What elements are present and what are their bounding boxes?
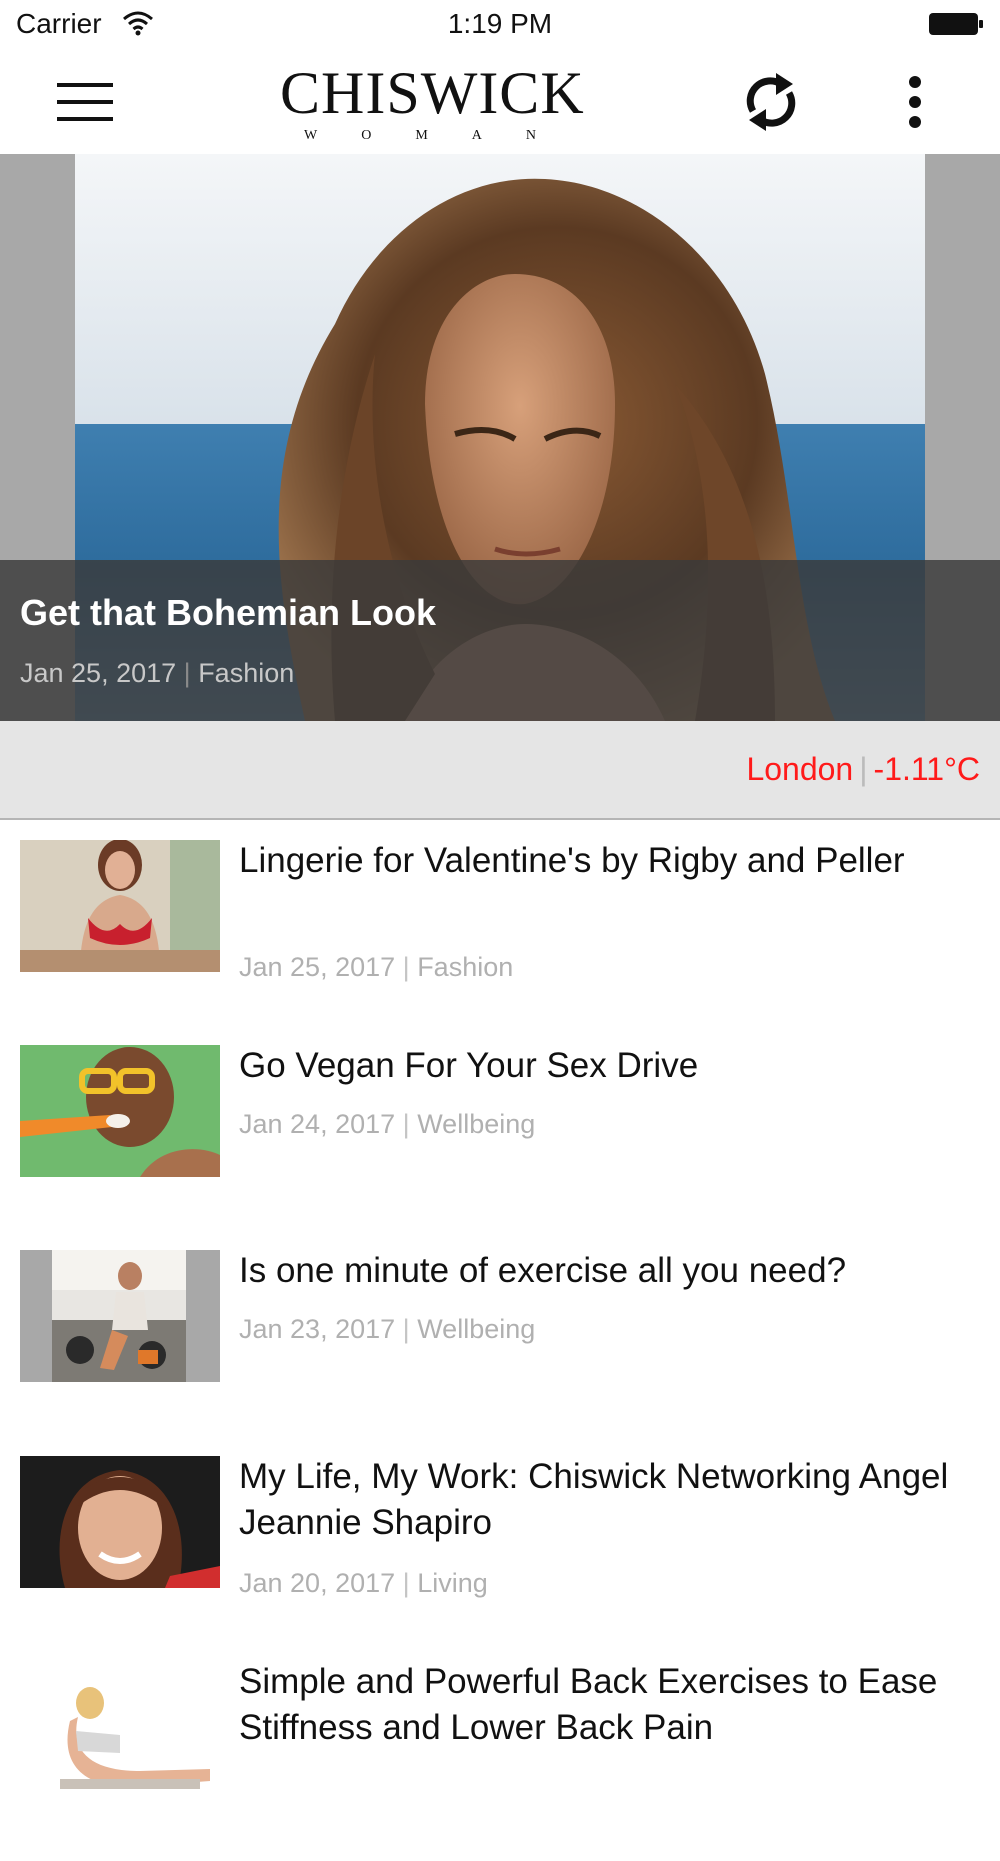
meta-separator: | (402, 1314, 410, 1344)
article-thumbnail (20, 1045, 220, 1177)
article-title: Is one minute of exercise all you need? (239, 1251, 847, 1290)
refresh-button[interactable] (726, 60, 816, 144)
logo-title: CHISWICK (280, 60, 585, 126)
article-thumbnail (20, 1456, 220, 1588)
article-thumbnail (20, 1661, 220, 1793)
weather-bar: London | -1.11°C (0, 721, 1000, 820)
list-item[interactable]: Go Vegan For Your Sex Drive Jan 24, 2017… (0, 1045, 1000, 1245)
article-title: Lingerie for Valentine's by Rigby and Pe… (239, 841, 905, 880)
featured-caption-overlay (0, 560, 1000, 721)
more-options-button[interactable] (870, 60, 960, 144)
weather-separator: | (859, 751, 868, 787)
article-category: Living (417, 1568, 488, 1598)
list-item[interactable]: Is one minute of exercise all you need? … (0, 1250, 1000, 1450)
meta-separator: | (402, 1568, 410, 1598)
article-category: Fashion (417, 952, 514, 982)
meta-separator: | (183, 658, 191, 688)
weather-city: London (746, 751, 854, 787)
article-date: Jan 23, 2017 (239, 1314, 396, 1344)
list-item[interactable]: My Life, My Work: Chiswick Networking An… (0, 1456, 1000, 1656)
article-date: Jan 20, 2017 (239, 1568, 396, 1598)
weather-temperature: -1.11°C (873, 751, 980, 787)
chiswick-woman-logo[interactable]: CHISWICK WOMAN (280, 58, 585, 150)
meta-separator: | (402, 1109, 410, 1139)
article-date: Jan 24, 2017 (239, 1109, 396, 1139)
article-meta: Jan 20, 2017 | Living (239, 1568, 488, 1599)
article-category: Wellbeing (417, 1314, 536, 1344)
article-title: My Life, My Work: Chiswick Networking An… (239, 1457, 949, 1542)
article-title: Simple and Powerful Back Exercises to Ea… (239, 1662, 938, 1747)
weather-info[interactable]: London | -1.11°C (746, 751, 980, 788)
article-thumbnail (20, 840, 220, 972)
logo-subtitle: WOMAN (304, 128, 580, 143)
article-title: Go Vegan For Your Sex Drive (239, 1046, 699, 1085)
meta-separator: | (402, 952, 410, 982)
hamburger-icon (57, 83, 113, 121)
featured-article-meta: Jan 25, 2017 | Fashion (20, 658, 294, 689)
article-category: Wellbeing (417, 1109, 536, 1139)
featured-article-date: Jan 25, 2017 (20, 658, 177, 688)
article-meta: Jan 23, 2017 | Wellbeing (239, 1314, 535, 1345)
featured-article-title[interactable]: Get that Bohemian Look (20, 592, 436, 634)
article-date: Jan 25, 2017 (239, 952, 396, 982)
article-meta: Jan 25, 2017 | Fashion (239, 952, 513, 983)
app-header: CHISWICK WOMAN (0, 50, 1000, 154)
list-item[interactable]: Lingerie for Valentine's by Rigby and Pe… (0, 840, 1000, 1040)
status-bar: Carrier 1:19 PM (0, 0, 1000, 50)
article-meta: Jan 24, 2017 | Wellbeing (239, 1109, 535, 1140)
status-time: 1:19 PM (447, 8, 553, 39)
battery-icon (929, 13, 983, 35)
menu-button[interactable] (40, 60, 130, 144)
refresh-icon (746, 73, 796, 131)
list-item[interactable]: Simple and Powerful Back Exercises to Ea… (0, 1661, 1000, 1861)
article-thumbnail (20, 1250, 220, 1382)
more-vertical-icon (909, 76, 921, 128)
featured-article-category: Fashion (198, 658, 295, 688)
featured-article[interactable]: Get that Bohemian Look Jan 25, 2017 | Fa… (0, 154, 1000, 721)
